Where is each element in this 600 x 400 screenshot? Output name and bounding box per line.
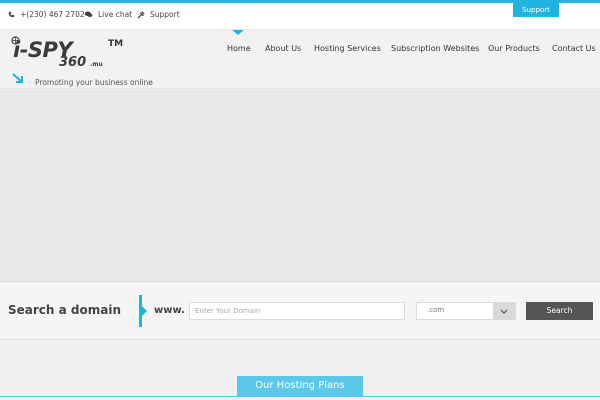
hosting-plans-section: Our Hosting Plans [0, 341, 600, 400]
nav-item-contact-us[interactable]: Contact Us [552, 44, 596, 53]
domain-search-bar: Search a domain www. .com Search [0, 283, 600, 340]
nav-item-subscription-websites[interactable]: Subscription Websites [391, 44, 479, 53]
plans-divider-line [0, 396, 600, 397]
logo-domain-text: .mu [90, 61, 103, 68]
support-tools-icon [137, 10, 145, 19]
support-label: Support [150, 10, 180, 19]
top-bar: +(230) 467 2702 Live chat Support Suppor… [0, 3, 600, 30]
phone-contact[interactable]: +(230) 467 2702 [8, 10, 85, 19]
live-chat-label: Live chat [98, 10, 133, 19]
support-link[interactable]: Support [137, 10, 180, 19]
domain-search-button[interactable]: Search [526, 302, 593, 320]
arrow-down-right-icon [12, 73, 23, 83]
domain-search-title: Search a domain [8, 303, 121, 317]
tld-selected-value: .com [427, 306, 445, 314]
site-header: i-SPY 360 .mu TM Promoting your business… [0, 30, 600, 89]
nav-item-our-products[interactable]: Our Products [488, 44, 540, 53]
nav-active-indicator [232, 30, 244, 35]
nav-item-about-us[interactable]: About Us [265, 44, 301, 53]
support-tab-button[interactable]: Support [513, 3, 559, 17]
tld-select[interactable]: .com [416, 302, 516, 320]
nav-item-home[interactable]: Home [227, 44, 251, 53]
logo-trademark: TM [108, 39, 124, 49]
live-chat-link[interactable]: Live chat [84, 10, 132, 19]
logo-tagline: Promoting your business online [35, 78, 153, 87]
hosting-plans-title: Our Hosting Plans [237, 376, 363, 396]
www-prefix: www. [154, 305, 185, 316]
phone-icon [8, 11, 15, 18]
phone-number: +(230) 467 2702 [20, 10, 85, 19]
domain-arrow-divider [139, 295, 147, 327]
chat-icon [84, 11, 93, 18]
site-logo[interactable]: i-SPY 360 .mu TM Promoting your business… [8, 36, 153, 87]
logo-sub-text: 360 [59, 55, 87, 70]
domain-input[interactable] [189, 302, 405, 320]
chevron-down-icon[interactable] [493, 303, 515, 319]
nav-item-hosting-services[interactable]: Hosting Services [314, 44, 381, 53]
hero-banner [0, 90, 600, 282]
